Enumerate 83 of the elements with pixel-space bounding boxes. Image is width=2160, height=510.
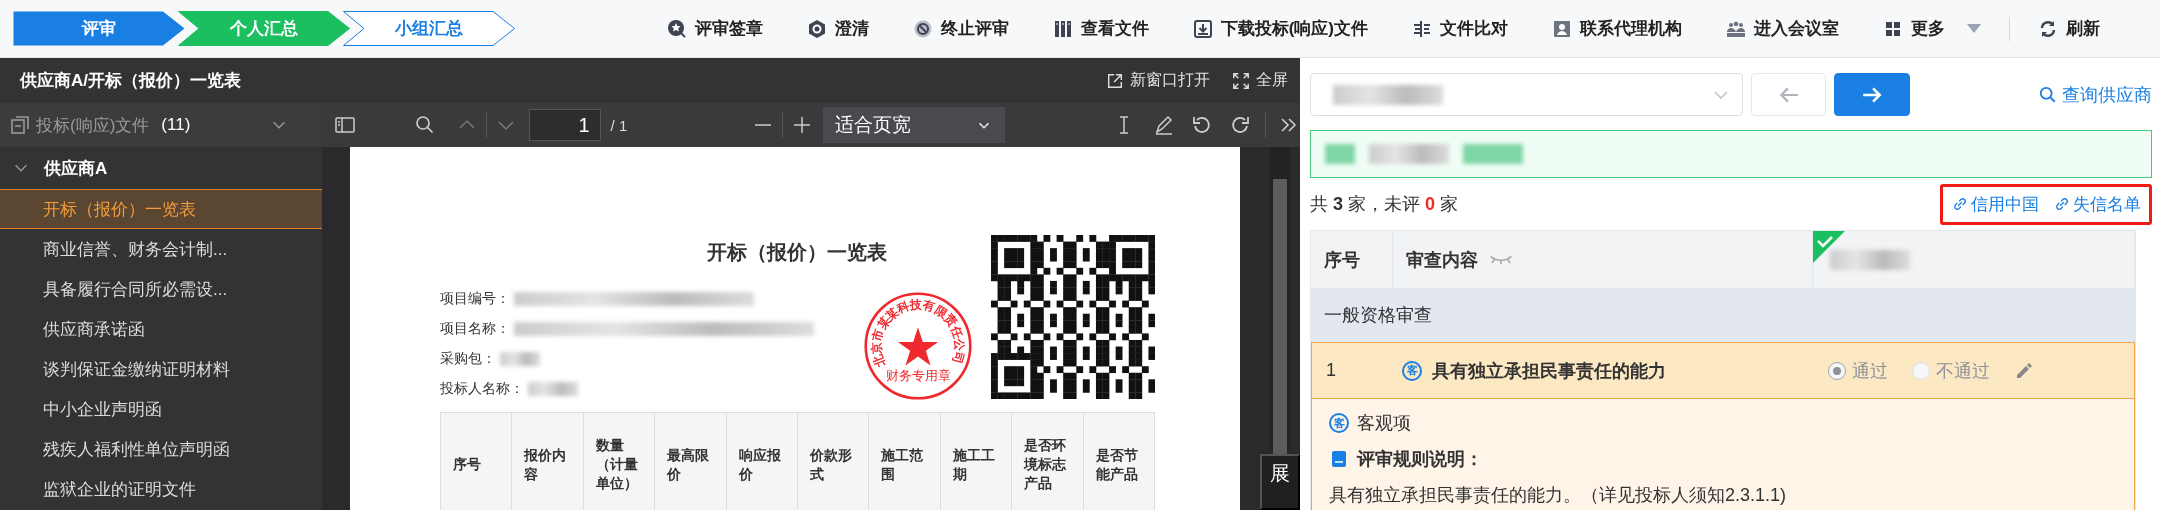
document-title: 供应商A/开标（报价）一览表: [20, 70, 241, 92]
files-icon: [10, 115, 30, 135]
rule-text: 具有独立承担民事责任的能力。（详见投标人须知2.3.1.1): [1329, 484, 1788, 507]
column-header: 是否节能产品: [1083, 412, 1155, 510]
type-label: 客观项: [1357, 412, 1411, 435]
compare-icon: [1412, 18, 1432, 39]
toolbar-button[interactable]: 刷新: [2038, 17, 2100, 40]
row-number: 1: [1325, 360, 1337, 381]
external-link[interactable]: 失信名单: [2053, 192, 2141, 216]
zoom-select[interactable]: 适合页宽: [823, 107, 1006, 143]
step-tab[interactable]: 小组汇总: [343, 11, 515, 46]
column-header: 施工范围: [868, 412, 941, 510]
file-item[interactable]: 谈判保证金缴纳证明材料: [0, 349, 322, 389]
search-supplier-link[interactable]: 查询供应商: [2039, 82, 2152, 107]
tag-icon: 客: [1329, 413, 1349, 433]
header-action[interactable]: 全屏: [1232, 70, 1288, 91]
toolbar-button[interactable]: 文件比对: [1412, 17, 1508, 40]
file-item[interactable]: 监狱企业的证明文件: [0, 469, 322, 509]
column-header: 是否环境标志产品: [1011, 412, 1083, 510]
column-header: 施工工期: [940, 412, 1012, 510]
toolbar-button[interactable]: 更多: [1883, 17, 1981, 40]
toolbar-button[interactable]: 下载投标(响应)文件: [1192, 17, 1368, 40]
file-item[interactable]: 开标（报价）一览表: [0, 189, 322, 229]
page-heading: 开标（报价）一览表: [706, 240, 887, 265]
rule-title: 评审规则说明：: [1357, 448, 1483, 471]
column-header: 最高限价: [654, 412, 727, 510]
column-header: 报价内容: [511, 412, 584, 510]
external-link[interactable]: 信用中国: [1951, 192, 2039, 216]
fullscreen-icon: [1232, 71, 1250, 90]
toolbar-button[interactable]: 终止评审: [912, 17, 1009, 40]
toolbar-button[interactable]: 查看文件: [1052, 17, 1149, 40]
refresh-icon: [2038, 18, 2058, 39]
toolbar-button[interactable]: 评审签章: [666, 17, 763, 40]
file-item[interactable]: 中小企业声明函: [0, 389, 322, 429]
file-list-title: 投标(响应)文件: [36, 114, 150, 137]
stop-icon: [912, 18, 933, 39]
summary-text: 共 3 家，未评 0 家: [1310, 193, 1459, 216]
sidebar-toggle-icon[interactable]: [334, 114, 356, 136]
seal-stamp: 北京市某某科技有限责任公司 财务专用章: [862, 290, 974, 402]
file-item[interactable]: 供应商承诺函: [0, 309, 322, 349]
column-header: 响应报价: [726, 412, 798, 510]
step-tab[interactable]: 评审: [13, 11, 185, 46]
page-total: / 1: [610, 116, 628, 134]
field-label: 采购包：: [440, 350, 496, 368]
download-icon: [1192, 18, 1213, 39]
tag-icon: 客: [1402, 360, 1422, 381]
criterion-title: 具有独立承担民事责任的能力: [1432, 359, 1666, 383]
file-item[interactable]: 残疾人福利性单位声明函: [0, 429, 322, 469]
next-button[interactable]: [1834, 73, 1910, 116]
rotate-right-icon[interactable]: [1229, 114, 1252, 136]
contact-card-icon: [1552, 18, 1572, 39]
field-label: 投标人名称：: [440, 380, 524, 398]
binders-icon: [1052, 18, 1073, 39]
toolbar-button[interactable]: 澄清: [806, 17, 869, 40]
link-icon: [2053, 195, 2071, 213]
toolbar-button[interactable]: 联系代理机构: [1552, 17, 1682, 40]
expand-tab[interactable]: 展: [1260, 454, 1300, 510]
caret-icon: [1967, 24, 1981, 33]
column-header: 数量（计量单位）: [583, 412, 655, 510]
file-count: (11): [161, 115, 191, 135]
redacted-text: [500, 352, 540, 366]
column-header: 价款形式: [797, 412, 869, 510]
page-number-field[interactable]: 1: [528, 109, 601, 141]
star-badge-icon: [666, 18, 687, 39]
column-header: 审查内容: [1406, 248, 1478, 272]
chevron-down-icon: [1714, 90, 1728, 99]
book-icon: [1329, 449, 1349, 469]
hexagon-icon: [806, 18, 827, 39]
search-icon: [2039, 85, 2057, 104]
file-item[interactable]: 具备履行合同所必需设...: [0, 269, 322, 309]
section-row: 一般资格审查: [1311, 288, 2135, 342]
redacted-text: [528, 382, 578, 396]
field-label: 项目编号：: [440, 290, 510, 308]
tree-group[interactable]: 供应商A: [0, 147, 322, 189]
header-action[interactable]: 新窗口打开: [1106, 70, 1210, 91]
search-icon[interactable]: [414, 114, 436, 136]
toolbar-button[interactable]: 进入会议室: [1726, 17, 1839, 40]
column-header: 序号: [440, 412, 512, 510]
link-icon: [1951, 195, 1969, 213]
file-item[interactable]: 商业信誉、财务会计制...: [0, 229, 322, 269]
external-link-icon: [1106, 71, 1124, 90]
closed-eye-icon: [1490, 254, 1512, 265]
field-label: 项目名称：: [440, 320, 510, 338]
